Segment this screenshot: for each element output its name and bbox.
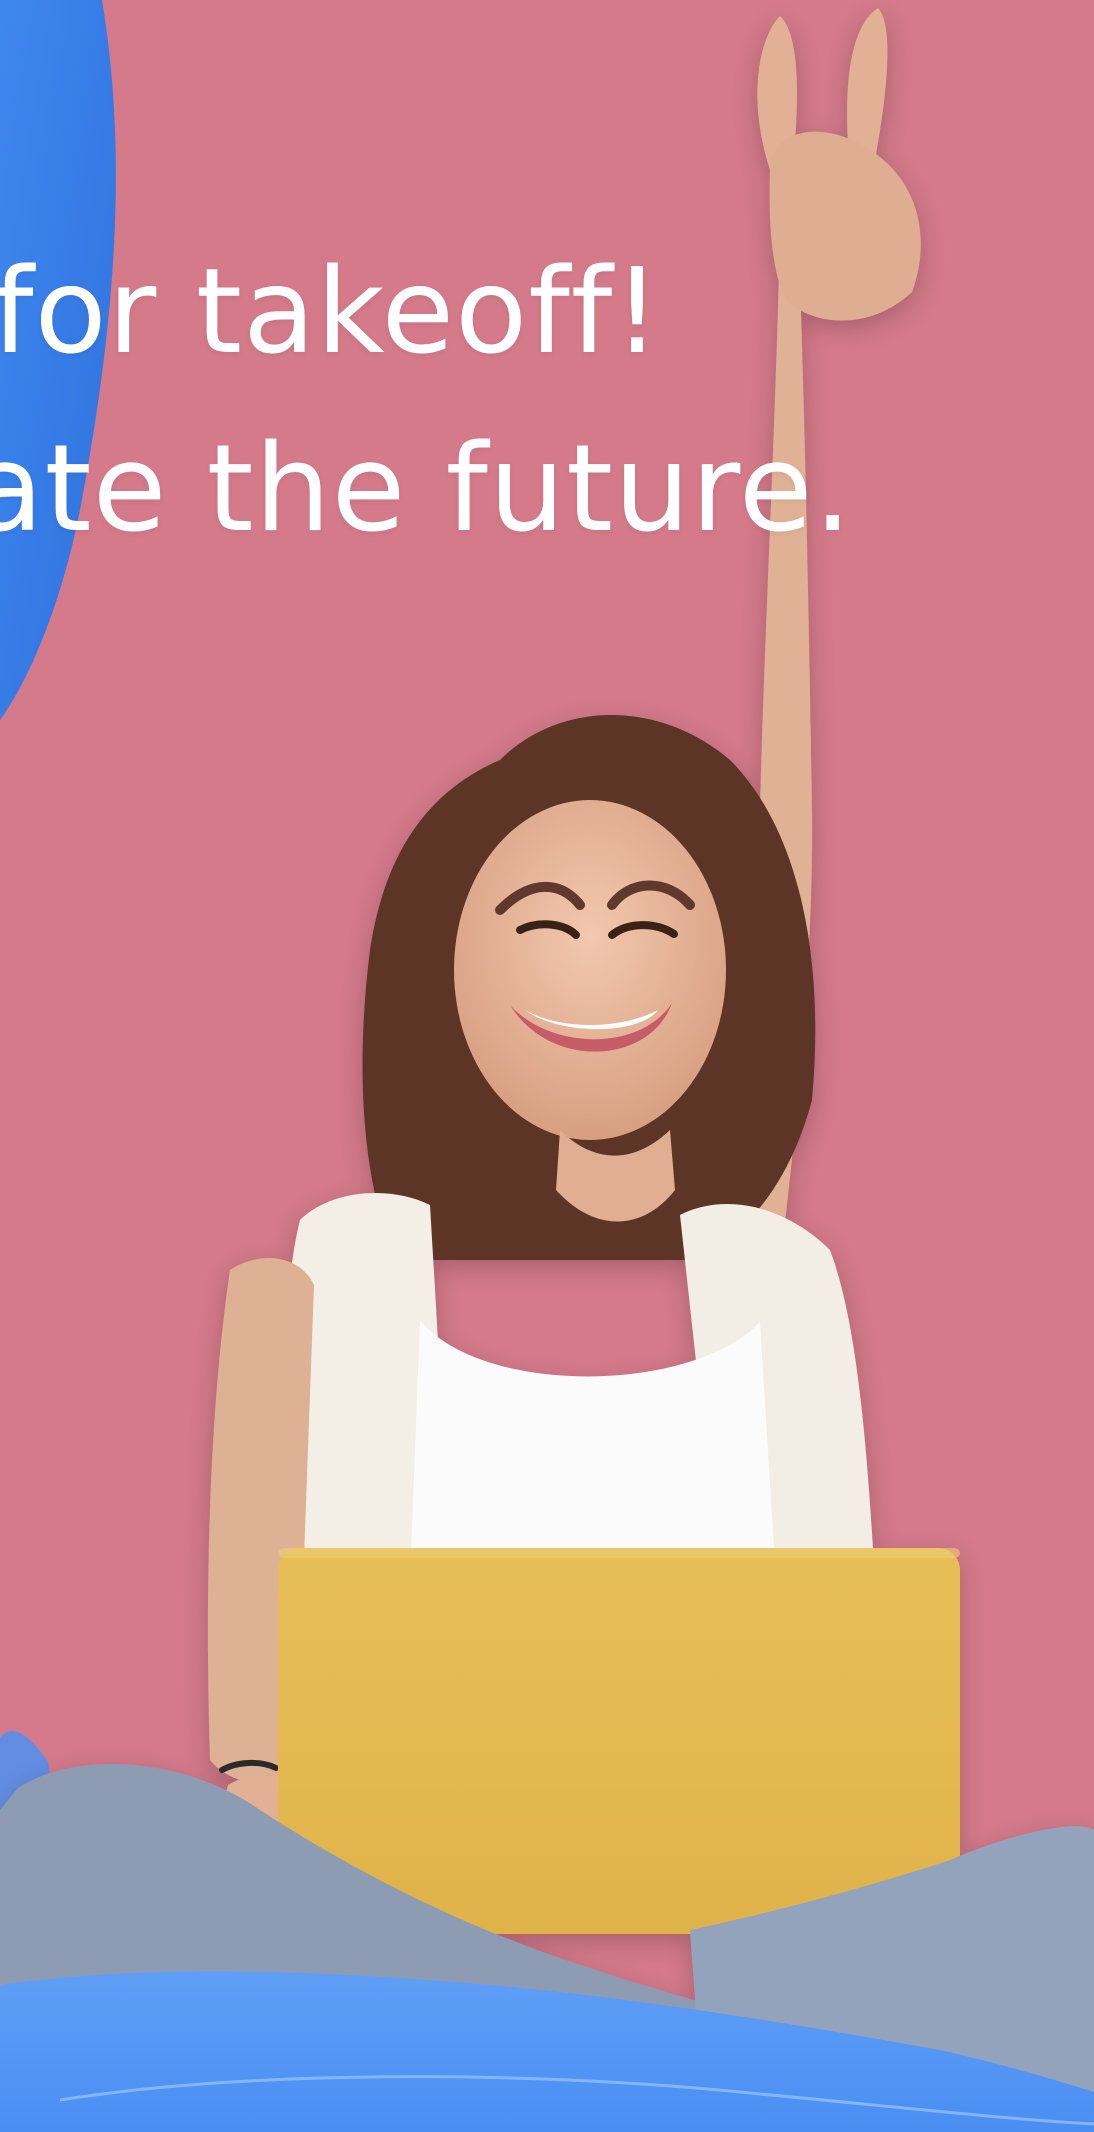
- face: [454, 800, 726, 1140]
- peace-sign-hand-icon: [769, 131, 921, 321]
- hero-illustration: [0, 0, 1094, 2132]
- hero-banner: for takeoff! ate the future.: [0, 0, 1094, 2132]
- woman-figure: [0, 8, 1094, 2132]
- top-left-blue-shape: [0, 0, 116, 720]
- tank-top: [410, 1320, 776, 1580]
- laptop-top-edge: [278, 1548, 960, 1558]
- laptop: [278, 1548, 960, 1934]
